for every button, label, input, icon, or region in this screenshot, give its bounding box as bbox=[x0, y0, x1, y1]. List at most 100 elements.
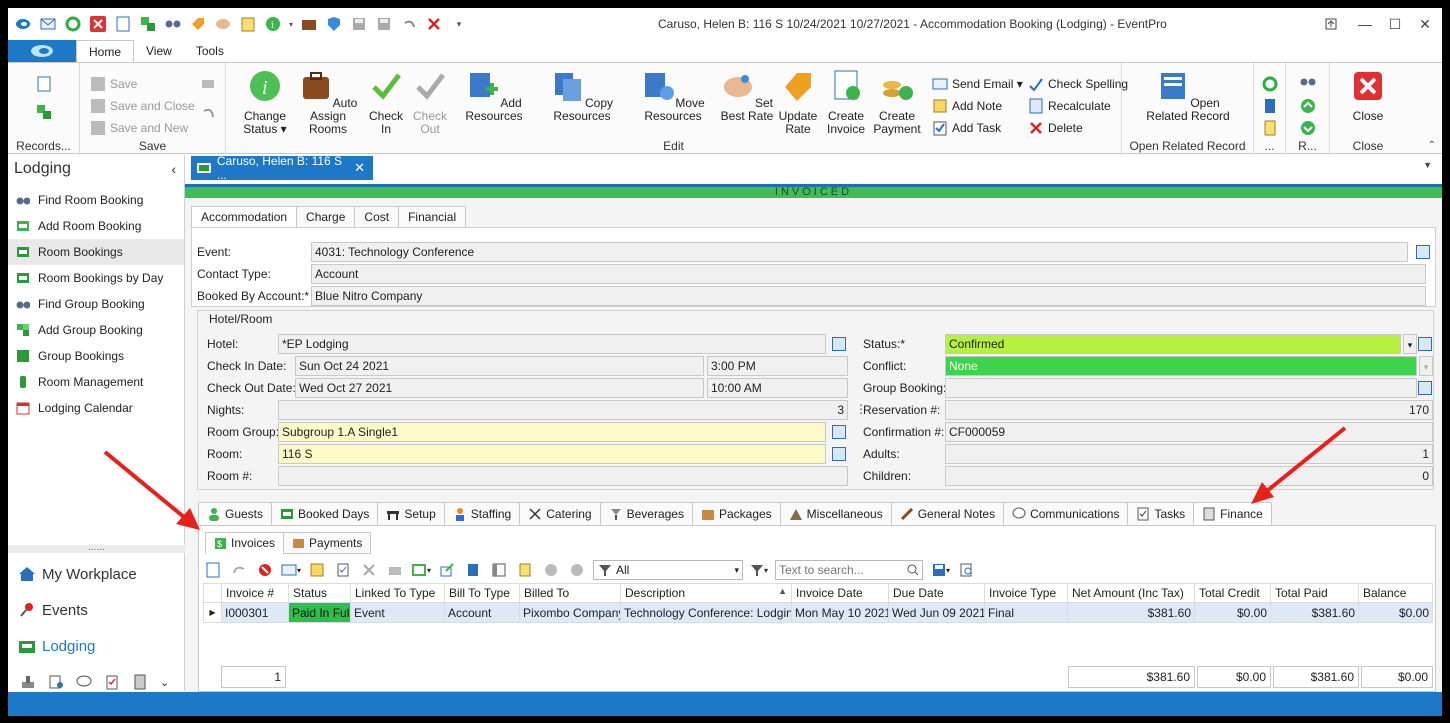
sidebar-item-add-room-booking[interactable]: Add Room Booking bbox=[8, 213, 184, 239]
group-booking-picker-icon[interactable] bbox=[1418, 381, 1432, 395]
book-icon[interactable] bbox=[463, 561, 483, 579]
up-arrow-icon[interactable] bbox=[1300, 97, 1320, 115]
close-tab-icon[interactable]: ✕ bbox=[354, 160, 365, 176]
collapse-panel-icon[interactable]: ‹ bbox=[171, 161, 176, 177]
save-icon[interactable] bbox=[348, 13, 370, 35]
new-icon[interactable] bbox=[112, 13, 134, 35]
col-invoice-date[interactable]: Invoice Date bbox=[791, 583, 889, 603]
close-button[interactable]: Close bbox=[1346, 69, 1390, 123]
panel-splitter[interactable]: ...... bbox=[8, 543, 185, 553]
tab-tools[interactable]: Tools bbox=[184, 40, 236, 62]
more-nav-icon[interactable]: ⌄ bbox=[160, 676, 169, 689]
search-icon[interactable] bbox=[907, 564, 919, 576]
reservation-field[interactable]: 170 bbox=[945, 400, 1433, 420]
col-due-date[interactable]: Due Date bbox=[888, 583, 985, 603]
set-best-rate-button[interactable]: Set Best Rate bbox=[720, 69, 774, 123]
group-booking-field[interactable] bbox=[945, 378, 1417, 398]
layout-icon[interactable] bbox=[489, 561, 509, 579]
col-status[interactable]: Status bbox=[288, 583, 351, 603]
room-group-picker-icon[interactable] bbox=[832, 425, 846, 439]
create-payment-button[interactable]: Create Payment bbox=[872, 69, 922, 136]
check-in-button[interactable]: Check In bbox=[364, 69, 408, 136]
dropdown-icon[interactable]: ▾ bbox=[287, 13, 295, 35]
checkin-date-field[interactable]: Sun Oct 24 2021 bbox=[295, 356, 704, 376]
col-billed-to[interactable]: Billed To bbox=[519, 583, 621, 603]
sidebar-item-room-bookings-by-day[interactable]: Room Bookings by Day bbox=[8, 265, 184, 291]
info-icon[interactable]: i bbox=[262, 13, 284, 35]
sidebar-item-room-bookings[interactable]: Room Bookings bbox=[8, 239, 184, 265]
save-close-button[interactable]: Save and Close bbox=[90, 97, 195, 115]
sidebar-item-room-management[interactable]: Room Management bbox=[8, 369, 184, 395]
col-net-amount[interactable]: Net Amount (Inc Tax) bbox=[1067, 583, 1195, 603]
print-icon[interactable] bbox=[385, 561, 405, 579]
tasks-icon[interactable] bbox=[104, 674, 120, 690]
tab-financial[interactable]: Financial bbox=[398, 206, 467, 228]
note-icon[interactable] bbox=[307, 561, 327, 579]
print-icon[interactable] bbox=[200, 75, 220, 93]
col-invoice-no[interactable]: Invoice # bbox=[221, 583, 289, 603]
sidebar-item-lodging-calendar[interactable]: Lodging Calendar bbox=[8, 395, 184, 421]
add-note-button[interactable]: Add Note bbox=[932, 97, 1002, 115]
shield-icon[interactable] bbox=[323, 13, 345, 35]
tab-catering[interactable]: Catering bbox=[519, 502, 601, 526]
save-new-button[interactable]: Save and New bbox=[90, 119, 188, 137]
col-total-paid[interactable]: Total Paid bbox=[1270, 583, 1359, 603]
email-icon[interactable]: ▾ bbox=[281, 561, 301, 579]
check-out-button[interactable]: Check Out bbox=[408, 69, 452, 136]
auto-assign-button[interactable]: Auto Assign Rooms bbox=[296, 69, 360, 136]
advanced-filter-icon[interactable]: ▾ bbox=[749, 561, 769, 579]
col-balance[interactable]: Balance bbox=[1358, 583, 1433, 603]
undo-icon[interactable] bbox=[200, 103, 220, 121]
tab-cost[interactable]: Cost bbox=[354, 206, 400, 228]
conflict-dropdown-arrow[interactable]: ▾ bbox=[1419, 356, 1433, 376]
notes-icon[interactable] bbox=[1262, 119, 1282, 137]
maximize-button[interactable]: ☐ bbox=[1384, 14, 1406, 34]
binoculars-icon[interactable] bbox=[162, 13, 184, 35]
contact-type-field[interactable]: Account bbox=[311, 264, 1426, 284]
nav-events[interactable]: Events bbox=[18, 601, 88, 619]
clipboard-icon[interactable] bbox=[237, 13, 259, 35]
notes-list-icon[interactable] bbox=[515, 561, 535, 579]
children-field[interactable]: 0 bbox=[945, 466, 1433, 486]
export-icon[interactable] bbox=[437, 561, 457, 579]
tab-miscellaneous[interactable]: Miscellaneous bbox=[779, 502, 892, 526]
check-spelling-button[interactable]: Check Spelling bbox=[1028, 75, 1128, 93]
open-related-button[interactable]: Open Related Record bbox=[1142, 69, 1234, 123]
status-picker-icon[interactable] bbox=[1418, 337, 1432, 351]
move-down-icon[interactable] bbox=[567, 561, 587, 579]
tab-accommodation[interactable]: Accommodation bbox=[191, 206, 298, 228]
contacts-icon[interactable] bbox=[48, 674, 64, 690]
document-tab[interactable]: Caruso, Helen B: 116 S ... ✕ bbox=[191, 154, 373, 182]
room-no-field[interactable] bbox=[278, 466, 848, 486]
save-layout-icon[interactable]: ▾ bbox=[931, 561, 951, 579]
refresh-icon[interactable] bbox=[62, 13, 84, 35]
tag-icon[interactable] bbox=[187, 13, 209, 35]
col-description[interactable]: Description ▲ bbox=[620, 583, 792, 603]
tab-home[interactable]: Home bbox=[76, 40, 135, 62]
checkout-time-field[interactable]: 10:00 AM bbox=[707, 378, 848, 398]
stamp-icon[interactable] bbox=[20, 674, 36, 690]
book-icon[interactable] bbox=[1262, 97, 1282, 115]
confirmation-field[interactable]: CF000059 bbox=[945, 422, 1433, 442]
chat-icon[interactable] bbox=[76, 674, 92, 690]
add-record-button[interactable] bbox=[36, 103, 56, 121]
sidebar-item-group-bookings[interactable]: Group Bookings bbox=[8, 343, 184, 369]
status-dropdown[interactable]: Confirmed bbox=[945, 334, 1401, 354]
tab-list-dropdown-icon[interactable]: ▼ bbox=[1423, 160, 1432, 170]
col-linked-to-type[interactable]: Linked To Type bbox=[350, 583, 445, 603]
close-window-button[interactable]: ✕ bbox=[1414, 14, 1436, 34]
move-up-icon[interactable] bbox=[541, 561, 561, 579]
hotel-field[interactable]: *EP Lodging bbox=[278, 334, 826, 354]
refresh-icon[interactable] bbox=[1262, 75, 1282, 93]
sidebar-item-find-group-booking[interactable]: Find Group Booking bbox=[8, 291, 184, 317]
tab-tasks[interactable]: Tasks bbox=[1127, 502, 1195, 526]
close-record-icon[interactable] bbox=[87, 13, 109, 35]
columns-icon[interactable]: ▾ bbox=[411, 561, 431, 579]
binoculars-icon[interactable] bbox=[1300, 75, 1320, 93]
search-input[interactable] bbox=[776, 561, 904, 579]
calculator-icon[interactable] bbox=[132, 674, 148, 690]
status-dropdown-arrow[interactable]: ▾ bbox=[1403, 334, 1417, 354]
hotel-picker-icon[interactable] bbox=[832, 337, 846, 351]
tab-finance[interactable]: Finance bbox=[1193, 502, 1272, 526]
change-status-button[interactable]: i Change Status ▾ bbox=[234, 69, 296, 136]
